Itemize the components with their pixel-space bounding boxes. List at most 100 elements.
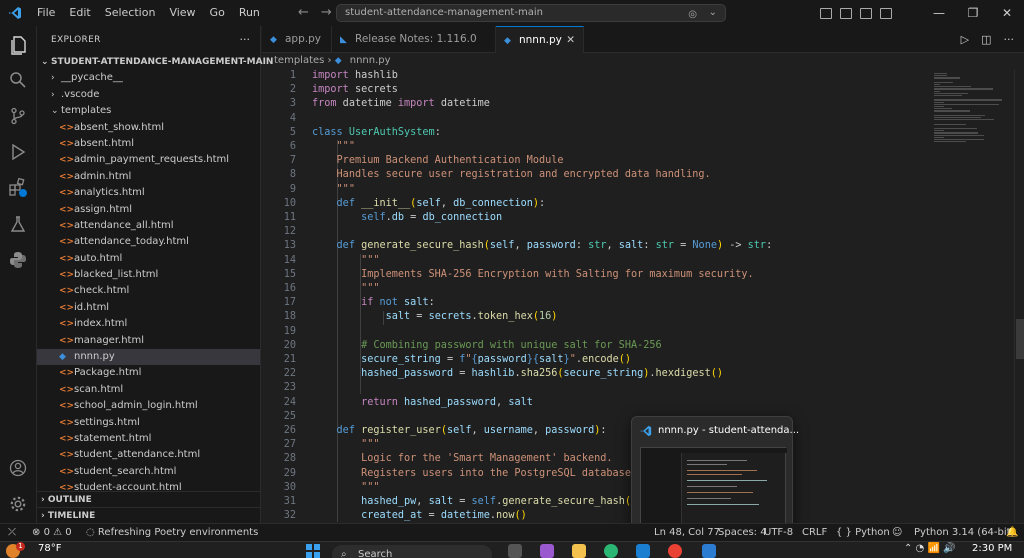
tree-item[interactable]: <>analytics.html — [37, 185, 260, 201]
breadcrumb-folder[interactable]: templates — [274, 55, 324, 66]
tree-item[interactable]: <>absent.html — [37, 136, 260, 152]
split-editor-icon[interactable]: ◫ — [981, 26, 991, 53]
explorer-root-folder[interactable]: ⌄ STUDENT-ATTENDANCE-MANAGEMENT-MAIN — [37, 54, 273, 70]
settings-gear-icon[interactable] — [6, 492, 30, 516]
outline-section[interactable]: › OUTLINE — [37, 491, 261, 507]
tree-item[interactable]: <>absent_show.html — [37, 120, 260, 136]
tree-item[interactable]: <>id.html — [37, 300, 260, 316]
minimap[interactable] — [928, 69, 1014, 523]
scrollbar-thumb[interactable] — [1016, 319, 1024, 359]
taskbar-search[interactable]: ⌕ Search — [332, 545, 492, 558]
line-number: 23 — [283, 382, 296, 394]
layout-customize-icon[interactable] — [880, 7, 892, 19]
explorer-icon[interactable] — [6, 34, 30, 58]
restore-button[interactable]: ❐ — [956, 6, 990, 20]
account-icon[interactable] — [6, 456, 30, 480]
windows-start-icon[interactable] — [306, 544, 320, 558]
tree-item[interactable]: <>check.html — [37, 283, 260, 299]
timeline-section[interactable]: › TIMELINE — [37, 507, 261, 523]
tab-release-notes[interactable]: ◣ Release Notes: 1.116.0 — [332, 26, 496, 53]
copilot-icon[interactable]: ◎ — [688, 7, 697, 23]
layout-panel-icon[interactable] — [840, 7, 852, 19]
tab-app-py[interactable]: ◆ app.py — [262, 26, 332, 53]
breadcrumb-file[interactable]: nnnn.py — [350, 55, 391, 66]
tree-item[interactable]: <>student_search.html — [37, 464, 260, 480]
tree-item[interactable]: <>manager.html — [37, 333, 260, 349]
tree-item[interactable]: <>attendance_all.html — [37, 218, 260, 234]
tree-item[interactable]: <>statement.html — [37, 431, 260, 447]
minimap-line — [934, 119, 995, 121]
tree-item[interactable]: <>student_attendance.html — [37, 447, 260, 463]
menu-view[interactable]: View — [162, 0, 202, 26]
source-control-icon[interactable] — [6, 104, 30, 128]
indentation[interactable]: Spaces: 4 — [718, 524, 767, 541]
layout-sidebar-icon[interactable] — [820, 7, 832, 19]
tray-icons[interactable]: ⌃ ◔ 📶 🔊 — [904, 543, 956, 554]
tree-item[interactable]: <>index.html — [37, 316, 260, 332]
weather-temp[interactable]: 78°F — [38, 543, 61, 554]
tree-item[interactable]: <>settings.html — [37, 415, 260, 431]
command-center[interactable]: student-attendance-management-main ◎ ⌄ — [336, 4, 726, 22]
code-token: from — [312, 98, 337, 110]
tree-item[interactable]: › __pycache__ — [37, 70, 260, 86]
python-icon[interactable] — [6, 248, 30, 272]
edge-browser-icon[interactable] — [604, 544, 618, 558]
tree-item[interactable]: <>admin.html — [37, 169, 260, 185]
remote-icon[interactable]: ⤫ — [8, 524, 16, 541]
forward-arrow-icon[interactable]: → — [321, 5, 332, 20]
task-status[interactable]: ◌ Refreshing Poetry environments — [86, 524, 258, 541]
cursor-position[interactable]: Ln 48, Col 77 — [654, 524, 720, 541]
chevron-down-icon[interactable]: ⌄ — [709, 5, 717, 21]
chrome-browser-icon[interactable] — [668, 544, 682, 558]
extensions-icon[interactable] — [6, 176, 30, 200]
search-icon[interactable] — [6, 68, 30, 92]
tree-item[interactable]: ⌄ templates — [37, 103, 260, 119]
file-explorer-icon[interactable] — [572, 544, 586, 558]
tree-item[interactable]: <>blacked_list.html — [37, 267, 260, 283]
more-actions-icon[interactable]: ··· — [240, 26, 251, 54]
back-arrow-icon[interactable]: ← — [298, 5, 309, 20]
tree-item[interactable]: <>assign.html — [37, 202, 260, 218]
more-actions-icon[interactable]: ··· — [1004, 26, 1015, 53]
encoding[interactable]: UTF-8 — [764, 524, 793, 541]
store-app-icon[interactable] — [636, 544, 650, 558]
vertical-scrollbar[interactable] — [1014, 69, 1024, 523]
vscode-taskbar-icon[interactable] — [702, 544, 716, 558]
language-mode[interactable]: { } Python — [836, 524, 890, 541]
minimize-button[interactable]: — — [922, 6, 956, 20]
run-python-file-icon[interactable]: ▷ — [961, 26, 969, 53]
testing-flask-icon[interactable] — [6, 212, 30, 236]
system-clock[interactable]: 2:30 PM — [972, 543, 1012, 554]
editor-tabs: ◆ app.py ◣ Release Notes: 1.116.0 ◆ nnnn.py… — [262, 26, 1024, 53]
tree-item[interactable]: <>attendance_today.html — [37, 234, 260, 250]
tree-item[interactable]: ◆ nnnn.py — [37, 349, 260, 366]
menu-selection[interactable]: Selection — [98, 0, 163, 26]
copilot-status-icon[interactable]: ☺ — [892, 524, 902, 541]
close-window-button[interactable]: ✕ — [990, 6, 1024, 20]
menu-edit[interactable]: Edit — [62, 0, 97, 26]
code-token: encode — [581, 354, 619, 365]
tree-item[interactable]: <>school_admin_login.html — [37, 398, 260, 414]
layout-secondary-icon[interactable] — [860, 7, 872, 19]
line-ending[interactable]: CRLF — [802, 524, 827, 541]
close-tab-icon[interactable]: ✕ — [566, 27, 575, 54]
taskbar-window-preview[interactable]: nnnn.py - student-attenda... — [631, 416, 799, 530]
menu-file[interactable]: File — [30, 0, 62, 26]
menu-run[interactable]: Run — [232, 0, 267, 26]
run-debug-icon[interactable] — [6, 140, 30, 164]
tree-item[interactable]: <>scan.html — [37, 382, 260, 398]
tree-item[interactable]: <>Package.html — [37, 365, 260, 381]
python-interpreter[interactable]: Python 3.14 (64-bit) — [914, 524, 1014, 541]
copilot-app-icon[interactable] — [540, 544, 554, 558]
tree-item[interactable]: <>auto.html — [37, 251, 260, 267]
task-view-icon[interactable] — [508, 544, 522, 558]
problems-indicator[interactable]: ⊗ 0 ⚠ 0 — [32, 524, 72, 541]
code-line: 19 — [262, 325, 312, 339]
tree-item[interactable]: <>admin_payment_requests.html — [37, 152, 260, 168]
warning-count: 0 — [65, 527, 72, 538]
tab-nnnn-py[interactable]: ◆ nnnn.py ✕ — [496, 26, 584, 53]
tree-item[interactable]: › .vscode — [37, 87, 260, 103]
menu-go[interactable]: Go — [203, 0, 232, 26]
notifications-bell-icon[interactable]: 🔔 — [1006, 524, 1018, 541]
code-editor[interactable]: 1 import hashlib 2 import secrets 3 from date… — [262, 69, 928, 523]
